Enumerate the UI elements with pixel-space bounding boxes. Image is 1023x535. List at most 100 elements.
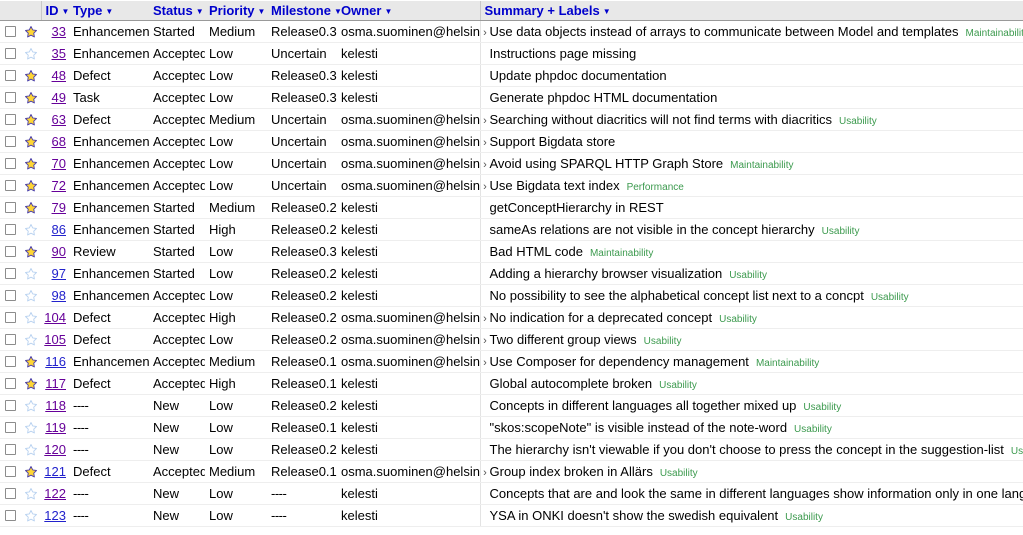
row-summary-cell[interactable]: ›Adding a hierarchy browser visualizatio… <box>480 263 1023 285</box>
row-checkbox[interactable] <box>5 466 16 477</box>
table-row[interactable]: 120----NewLowRelease0.2kelesti›The hiera… <box>0 439 1023 461</box>
row-summary-cell[interactable]: ›"skos:scopeNote" is visible instead of … <box>480 417 1023 439</box>
table-row[interactable]: 118----NewLowRelease0.2kelesti›Concepts … <box>0 395 1023 417</box>
header-select-all[interactable] <box>0 1 20 21</box>
row-id-cell[interactable]: 122 <box>41 483 69 505</box>
chevron-down-icon[interactable]: ▼ <box>62 7 70 16</box>
issue-id-link[interactable]: 105 <box>44 332 66 347</box>
issue-label[interactable]: Usability <box>729 270 767 281</box>
row-checkbox[interactable] <box>5 48 16 59</box>
header-col-priority[interactable]: Priority▼ <box>205 1 267 21</box>
issue-label[interactable]: Usability <box>871 292 909 303</box>
row-summary-cell[interactable]: ›Bad HTML codeMaintainability <box>480 241 1023 263</box>
issue-id-link[interactable]: 120 <box>44 442 66 457</box>
expand-arrow-icon[interactable]: › <box>481 159 490 171</box>
row-checkbox-cell[interactable] <box>0 461 20 483</box>
row-checkbox[interactable] <box>5 224 16 235</box>
issue-id-link[interactable]: 121 <box>44 464 66 479</box>
expand-arrow-icon[interactable]: › <box>481 467 490 479</box>
issue-summary[interactable]: Avoid using SPARQL HTTP Graph Store <box>490 156 724 171</box>
table-row[interactable]: 122----NewLow----kelesti›Concepts that a… <box>0 483 1023 505</box>
issue-summary[interactable]: Instructions page missing <box>490 46 637 61</box>
row-id-cell[interactable]: 63 <box>41 109 69 131</box>
row-checkbox[interactable] <box>5 356 16 367</box>
row-summary-cell[interactable]: ›Global autocomplete brokenUsability <box>480 373 1023 395</box>
row-checkbox[interactable] <box>5 290 16 301</box>
issue-id-link[interactable]: 70 <box>52 156 66 171</box>
issue-id-link[interactable]: 119 <box>45 420 66 435</box>
row-id-cell[interactable]: 98 <box>41 285 69 307</box>
issue-id-link[interactable]: 98 <box>52 288 66 303</box>
star-icon[interactable] <box>20 131 41 152</box>
issue-summary[interactable]: Use Composer for dependency management <box>490 354 749 369</box>
issue-summary[interactable]: Update phpdoc documentation <box>490 68 667 83</box>
issue-summary[interactable]: getConceptHierarchy in REST <box>490 200 664 215</box>
row-id-cell[interactable]: 105 <box>41 329 69 351</box>
row-summary-cell[interactable]: ›Instructions page missing <box>480 43 1023 65</box>
row-checkbox-cell[interactable] <box>0 21 20 43</box>
chevron-down-icon[interactable]: ▼ <box>196 7 204 16</box>
table-row[interactable]: 48DefectAcceptedLowRelease0.3kelesti›Upd… <box>0 65 1023 87</box>
row-id-cell[interactable]: 118 <box>41 395 69 417</box>
row-id-cell[interactable]: 121 <box>41 461 69 483</box>
star-icon[interactable] <box>20 329 41 350</box>
row-summary-cell[interactable]: ›YSA in ONKI doesn't show the swedish eq… <box>480 505 1023 527</box>
row-checkbox[interactable] <box>5 180 16 191</box>
row-checkbox-cell[interactable] <box>0 351 20 373</box>
star-icon[interactable] <box>20 373 41 394</box>
header-col-milestone[interactable]: Milestone▼ <box>267 1 337 21</box>
issue-id-link[interactable]: 33 <box>52 24 66 39</box>
star-icon[interactable] <box>20 197 41 218</box>
issue-id-link[interactable]: 104 <box>44 310 66 325</box>
issue-id-link[interactable]: 122 <box>44 486 66 501</box>
row-checkbox-cell[interactable] <box>0 153 20 175</box>
row-checkbox-cell[interactable] <box>0 197 20 219</box>
star-icon[interactable] <box>20 241 41 262</box>
issue-id-link[interactable]: 68 <box>52 134 66 149</box>
table-row[interactable]: 35EnhancementAcceptedLowUncertainkelesti… <box>0 43 1023 65</box>
expand-arrow-icon[interactable]: › <box>481 335 490 347</box>
issue-id-link[interactable]: 63 <box>52 112 66 127</box>
issue-id-link[interactable]: 72 <box>52 178 66 193</box>
row-id-cell[interactable]: 104 <box>41 307 69 329</box>
row-id-cell[interactable]: 33 <box>41 21 69 43</box>
issue-id-link[interactable]: 90 <box>52 244 66 259</box>
row-star-cell[interactable] <box>20 329 41 351</box>
issue-id-link[interactable]: 35 <box>52 46 66 61</box>
row-star-cell[interactable] <box>20 43 41 65</box>
header-col-owner[interactable]: Owner▼ <box>337 1 480 21</box>
row-summary-cell[interactable]: ›No indication for a deprecated conceptU… <box>480 307 1023 329</box>
table-row[interactable]: 72EnhancementAcceptedLowUncertainosma.su… <box>0 175 1023 197</box>
star-icon[interactable] <box>20 175 41 196</box>
issue-id-link[interactable]: 49 <box>52 90 66 105</box>
row-checkbox[interactable] <box>5 510 16 521</box>
issue-id-link[interactable]: 48 <box>52 68 66 83</box>
row-id-cell[interactable]: 116 <box>41 351 69 373</box>
row-id-cell[interactable]: 49 <box>41 87 69 109</box>
star-icon[interactable] <box>20 439 41 460</box>
chevron-down-icon[interactable]: ▼ <box>603 7 611 16</box>
row-star-cell[interactable] <box>20 307 41 329</box>
table-row[interactable]: 97EnhancementStartedLowRelease0.2kelesti… <box>0 263 1023 285</box>
row-star-cell[interactable] <box>20 87 41 109</box>
star-icon[interactable] <box>20 109 41 130</box>
issue-label[interactable]: Usability <box>660 468 698 479</box>
issue-label[interactable]: Usability <box>803 402 841 413</box>
row-star-cell[interactable] <box>20 241 41 263</box>
row-checkbox-cell[interactable] <box>0 175 20 197</box>
row-summary-cell[interactable]: ›Two different group viewsUsability <box>480 329 1023 351</box>
header-col-type[interactable]: Type▼ <box>69 1 149 21</box>
row-checkbox-cell[interactable] <box>0 131 20 153</box>
row-checkbox[interactable] <box>5 92 16 103</box>
issue-summary[interactable]: Concepts in different languages all toge… <box>490 398 797 413</box>
issue-label[interactable]: Usability <box>644 336 682 347</box>
row-summary-cell[interactable]: ›sameAs relations are not visible in the… <box>480 219 1023 241</box>
issue-label[interactable]: Usability <box>794 424 832 435</box>
table-row[interactable]: 123----NewLow----kelesti›YSA in ONKI doe… <box>0 505 1023 527</box>
table-row[interactable]: 79EnhancementStartedMediumRelease0.2kele… <box>0 197 1023 219</box>
issue-id-link[interactable]: 79 <box>52 200 66 215</box>
issue-label[interactable]: Maintainability <box>590 248 653 259</box>
row-checkbox-cell[interactable] <box>0 241 20 263</box>
row-id-cell[interactable]: 90 <box>41 241 69 263</box>
row-summary-cell[interactable]: ›getConceptHierarchy in REST <box>480 197 1023 219</box>
